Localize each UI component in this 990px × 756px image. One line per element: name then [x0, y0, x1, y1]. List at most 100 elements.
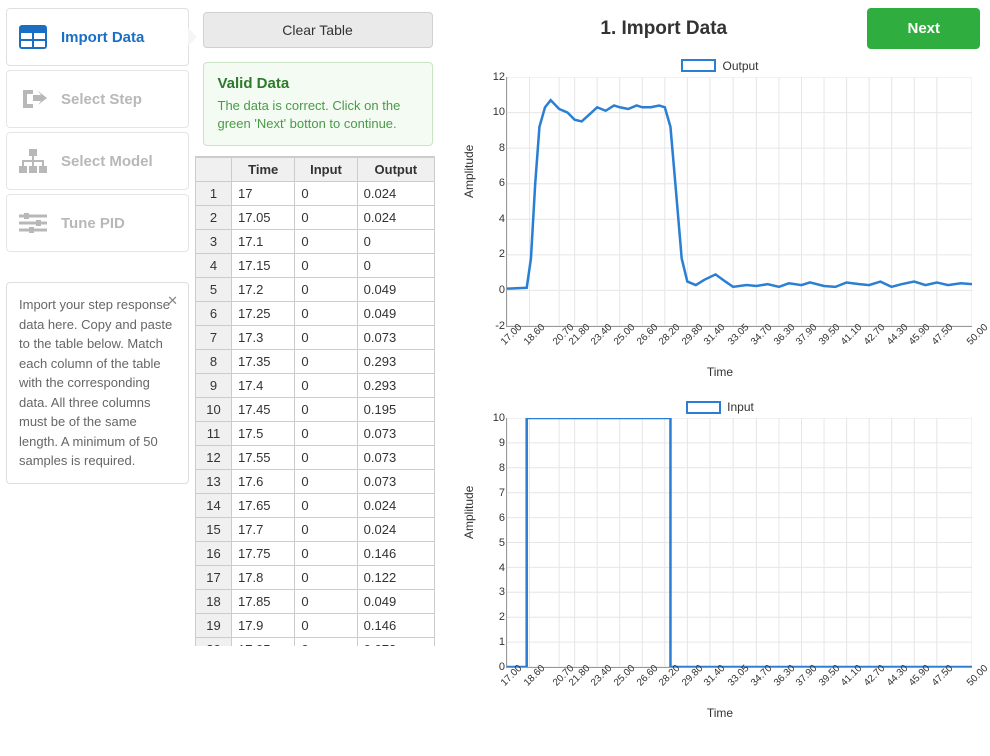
cell[interactable]: 17 — [232, 182, 295, 206]
cell[interactable]: 17.05 — [232, 206, 295, 230]
cell[interactable]: 0 — [295, 518, 357, 542]
cell[interactable]: 0 — [295, 302, 357, 326]
table-row[interactable]: 1917.900.146 — [196, 614, 435, 638]
col-header[interactable]: Input — [295, 158, 357, 182]
cell[interactable]: 0 — [295, 206, 357, 230]
table-row[interactable]: 717.300.073 — [196, 326, 435, 350]
wizard-step-select-step[interactable]: Select Step — [6, 70, 189, 128]
cell[interactable]: 17.8 — [232, 566, 295, 590]
chart-output: OutputAmplitude-202468101217.0018.6020.7… — [460, 57, 980, 379]
cell[interactable]: 17.5 — [232, 422, 295, 446]
cell[interactable]: 0.049 — [357, 302, 434, 326]
cell[interactable]: 0.024 — [357, 494, 434, 518]
cell[interactable]: 17.7 — [232, 518, 295, 542]
table-row[interactable]: 1817.8500.049 — [196, 590, 435, 614]
cell[interactable]: 0 — [295, 590, 357, 614]
cell[interactable]: 17.75 — [232, 542, 295, 566]
table-row[interactable]: 317.100 — [196, 230, 435, 254]
cell[interactable]: 17.3 — [232, 326, 295, 350]
cell[interactable]: 0 — [295, 566, 357, 590]
cell[interactable]: 0 — [295, 374, 357, 398]
table-row[interactable]: 2017.9500.073 — [196, 638, 435, 647]
cell[interactable]: 0 — [295, 470, 357, 494]
cell[interactable]: 17.9 — [232, 614, 295, 638]
cell[interactable]: 0.073 — [357, 638, 434, 647]
cell[interactable]: 17.1 — [232, 230, 295, 254]
table-row[interactable]: 1117.500.073 — [196, 422, 435, 446]
cell[interactable]: 17.85 — [232, 590, 295, 614]
table-row[interactable]: 817.3500.293 — [196, 350, 435, 374]
table-row[interactable]: 517.200.049 — [196, 278, 435, 302]
next-button[interactable]: Next — [867, 8, 980, 49]
cell[interactable]: 0 — [295, 230, 357, 254]
cell[interactable]: 17.65 — [232, 494, 295, 518]
clear-table-button[interactable]: Clear Table — [203, 12, 433, 48]
cell[interactable]: 0 — [295, 422, 357, 446]
cell[interactable]: 0 — [295, 182, 357, 206]
cell[interactable]: 0.073 — [357, 326, 434, 350]
cell[interactable]: 17.15 — [232, 254, 295, 278]
table-row[interactable]: 1417.6500.024 — [196, 494, 435, 518]
cell[interactable]: 0.122 — [357, 566, 434, 590]
cell[interactable]: 0.073 — [357, 446, 434, 470]
col-header[interactable]: Output — [357, 158, 434, 182]
table-row[interactable]: 1017.4500.195 — [196, 398, 435, 422]
table-row[interactable]: 917.400.293 — [196, 374, 435, 398]
cell[interactable]: 17.2 — [232, 278, 295, 302]
cell[interactable]: 0.073 — [357, 422, 434, 446]
table-row[interactable]: 417.1500 — [196, 254, 435, 278]
cell[interactable]: 17.4 — [232, 374, 295, 398]
cell[interactable]: 0.024 — [357, 518, 434, 542]
cell[interactable]: 0.049 — [357, 590, 434, 614]
close-icon[interactable]: ✕ — [167, 291, 178, 311]
cell[interactable]: 0 — [295, 326, 357, 350]
cell[interactable]: 0.146 — [357, 614, 434, 638]
y-tick: 5 — [479, 537, 505, 549]
y-tick: 3 — [479, 586, 505, 598]
cell[interactable]: 0 — [295, 542, 357, 566]
data-table-scroll[interactable]: TimeInputOutput 11700.024217.0500.024317… — [195, 156, 435, 646]
cell[interactable]: 0 — [295, 350, 357, 374]
wizard-step-select-model[interactable]: Select Model — [6, 132, 189, 190]
cell[interactable]: 0.146 — [357, 542, 434, 566]
cell[interactable]: 17.25 — [232, 302, 295, 326]
cell[interactable]: 0 — [295, 278, 357, 302]
y-axis-label: Amplitude — [462, 144, 476, 197]
table-row[interactable]: 1317.600.073 — [196, 470, 435, 494]
col-header[interactable]: Time — [232, 158, 295, 182]
y-tick: 9 — [479, 437, 505, 449]
cell[interactable]: 0.293 — [357, 350, 434, 374]
table-row[interactable]: 11700.024 — [196, 182, 435, 206]
cell[interactable]: 0.024 — [357, 206, 434, 230]
cell[interactable]: 0 — [295, 254, 357, 278]
data-table[interactable]: TimeInputOutput 11700.024217.0500.024317… — [195, 157, 435, 646]
cell[interactable]: 0 — [357, 230, 434, 254]
row-index: 2 — [196, 206, 232, 230]
cell[interactable]: 0 — [357, 254, 434, 278]
cell[interactable]: 0.293 — [357, 374, 434, 398]
cell[interactable]: 0 — [295, 494, 357, 518]
cell[interactable]: 0 — [295, 446, 357, 470]
wizard-step-import-data[interactable]: Import Data — [6, 8, 189, 66]
table-row[interactable]: 1717.800.122 — [196, 566, 435, 590]
cell[interactable]: 0.195 — [357, 398, 434, 422]
cell[interactable]: 17.35 — [232, 350, 295, 374]
cell[interactable]: 0.049 — [357, 278, 434, 302]
cell[interactable]: 0 — [295, 638, 357, 647]
table-row[interactable]: 1217.5500.073 — [196, 446, 435, 470]
cell[interactable]: 0 — [295, 398, 357, 422]
table-row[interactable]: 217.0500.024 — [196, 206, 435, 230]
cell[interactable]: 17.95 — [232, 638, 295, 647]
cell[interactable]: 17.6 — [232, 470, 295, 494]
step-label: Tune PID — [61, 215, 125, 232]
cell[interactable]: 0.024 — [357, 182, 434, 206]
cell[interactable]: 17.55 — [232, 446, 295, 470]
wizard-step-tune-pid[interactable]: Tune PID — [6, 194, 189, 252]
table-row[interactable]: 617.2500.049 — [196, 302, 435, 326]
cell[interactable]: 0 — [295, 614, 357, 638]
cell[interactable]: 17.45 — [232, 398, 295, 422]
cell[interactable]: 0.073 — [357, 470, 434, 494]
table-row[interactable]: 1517.700.024 — [196, 518, 435, 542]
chart-input: InputAmplitude01234567891017.0018.6020.7… — [460, 399, 980, 721]
table-row[interactable]: 1617.7500.146 — [196, 542, 435, 566]
